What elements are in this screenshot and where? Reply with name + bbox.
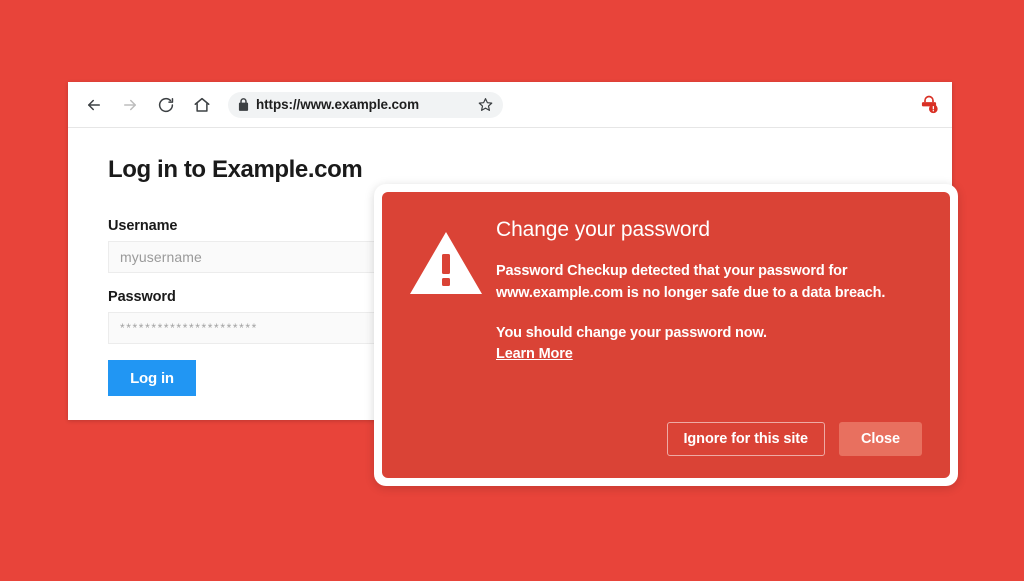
dialog-action-text: You should change your password now. — [496, 324, 767, 341]
lock-icon — [238, 98, 249, 111]
toolbar-right-actions — [918, 94, 940, 116]
home-icon — [193, 96, 211, 114]
password-warning-icon[interactable] — [918, 94, 940, 116]
ignore-for-this-site-button[interactable]: Ignore for this site — [666, 422, 825, 456]
reload-icon — [157, 96, 175, 114]
star-icon[interactable] — [478, 97, 493, 112]
dialog-text-block: Change your password Password Checkup de… — [496, 216, 922, 363]
home-button[interactable] — [188, 91, 216, 119]
login-button[interactable]: Log in — [108, 360, 196, 396]
warning-triangle-icon — [406, 230, 486, 298]
close-button[interactable]: Close — [839, 422, 922, 456]
dialog-title: Change your password — [496, 218, 710, 241]
dialog-inner: Change your password Password Checkup de… — [382, 192, 950, 478]
back-button[interactable] — [80, 91, 108, 119]
page-title: Log in to Example.com — [108, 156, 363, 183]
reload-button[interactable] — [152, 91, 180, 119]
dialog-buttons: Ignore for this site Close — [666, 422, 922, 456]
back-arrow-icon — [85, 96, 103, 114]
learn-more-link[interactable]: Learn More — [496, 346, 573, 362]
address-bar[interactable]: https://www.example.com — [228, 91, 503, 118]
url-text: https://www.example.com — [256, 97, 419, 112]
browser-toolbar: https://www.example.com — [68, 82, 952, 128]
change-password-dialog: Change your password Password Checkup de… — [374, 184, 958, 486]
dialog-body: Change your password Password Checkup de… — [406, 216, 922, 363]
dialog-message: Password Checkup detected that your pass… — [496, 263, 886, 302]
forward-arrow-icon — [121, 96, 139, 114]
forward-button[interactable] — [116, 91, 144, 119]
